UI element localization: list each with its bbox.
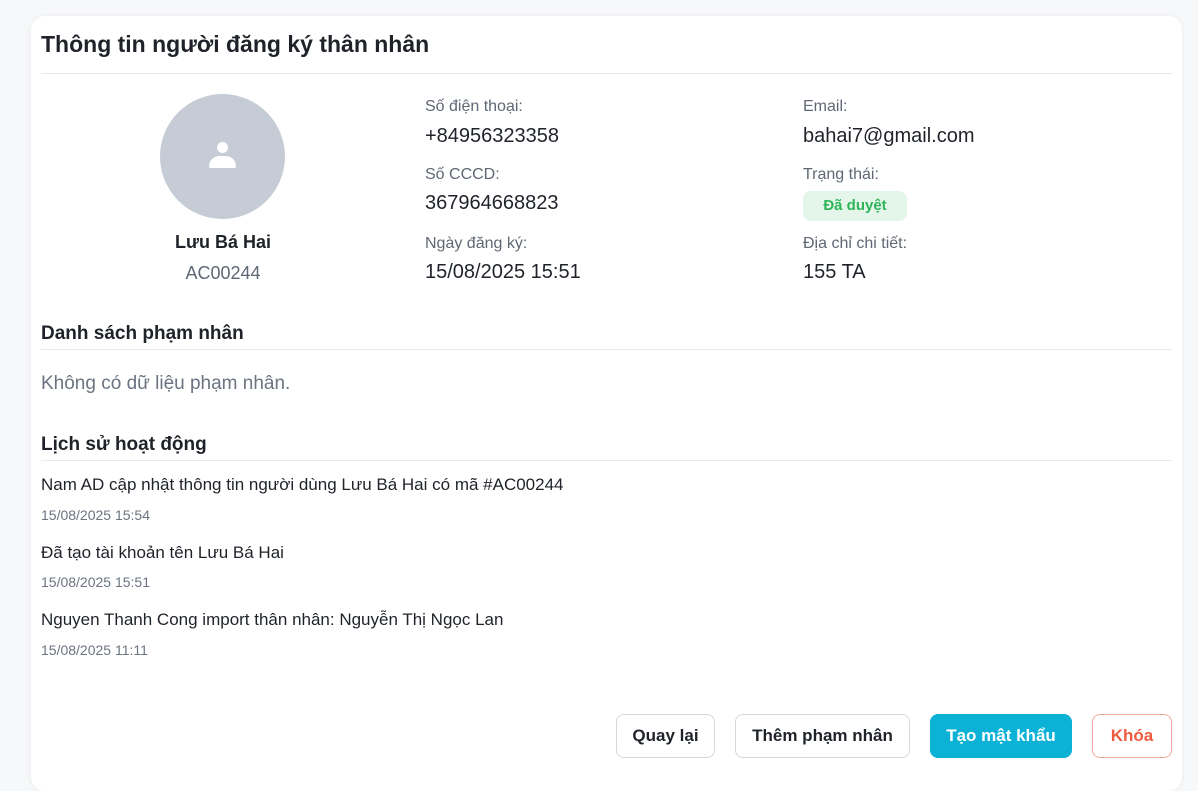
cccd-label: Số CCCD: bbox=[425, 166, 500, 183]
activity-item-time: 15/08/2025 15:54 bbox=[41, 507, 150, 523]
prisoner-list-empty: Không có dữ liệu phạm nhân. bbox=[41, 373, 291, 394]
lock-button[interactable]: Khóa bbox=[1092, 714, 1172, 758]
page-title: Thông tin người đăng ký thân nhân bbox=[41, 31, 430, 57]
back-button[interactable]: Quay lại bbox=[616, 714, 715, 758]
email-value: bahai7@gmail.com bbox=[803, 125, 975, 147]
avatar bbox=[160, 94, 285, 219]
activity-item-text: Nguyen Thanh Cong import thân nhân: Nguy… bbox=[41, 610, 504, 629]
create-password-button[interactable]: Tạo mật khẩu bbox=[930, 714, 1072, 758]
prisoner-list-divider bbox=[41, 349, 1172, 350]
status-label: Trạng thái: bbox=[803, 166, 879, 183]
status-badge: Đã duyệt bbox=[803, 191, 907, 221]
phone-label: Số điện thoại: bbox=[425, 98, 523, 115]
title-divider bbox=[41, 73, 1172, 74]
add-prisoner-button[interactable]: Thêm phạm nhân bbox=[735, 714, 910, 758]
activity-history-title: Lịch sử hoạt động bbox=[41, 434, 207, 455]
user-icon bbox=[208, 142, 237, 171]
prisoner-list-title: Danh sách phạm nhân bbox=[41, 323, 244, 344]
profile-code: AC00244 bbox=[185, 263, 261, 283]
profile-name: Lưu Bá Hai bbox=[174, 232, 272, 252]
activity-item-time: 15/08/2025 15:51 bbox=[41, 574, 150, 590]
activity-history-divider bbox=[41, 460, 1172, 461]
address-value: 155 TA bbox=[803, 261, 866, 283]
cccd-value: 367964668823 bbox=[425, 192, 559, 214]
activity-item-text: Nam AD cập nhật thông tin người dùng Lưu… bbox=[41, 475, 564, 494]
activity-item-time: 15/08/2025 11:11 bbox=[41, 642, 148, 658]
registered-label: Ngày đăng ký: bbox=[425, 235, 528, 252]
address-label: Địa chỉ chi tiết: bbox=[803, 235, 908, 252]
registrant-info-card: Thông tin người đăng ký thân nhân Lưu Bá… bbox=[31, 16, 1182, 791]
registered-value: 15/08/2025 15:51 bbox=[425, 261, 581, 283]
phone-value: +84956323358 bbox=[425, 125, 560, 147]
email-label: Email: bbox=[803, 98, 848, 115]
activity-item-text: Đã tạo tài khoản tên Lưu Bá Hai bbox=[41, 543, 284, 562]
